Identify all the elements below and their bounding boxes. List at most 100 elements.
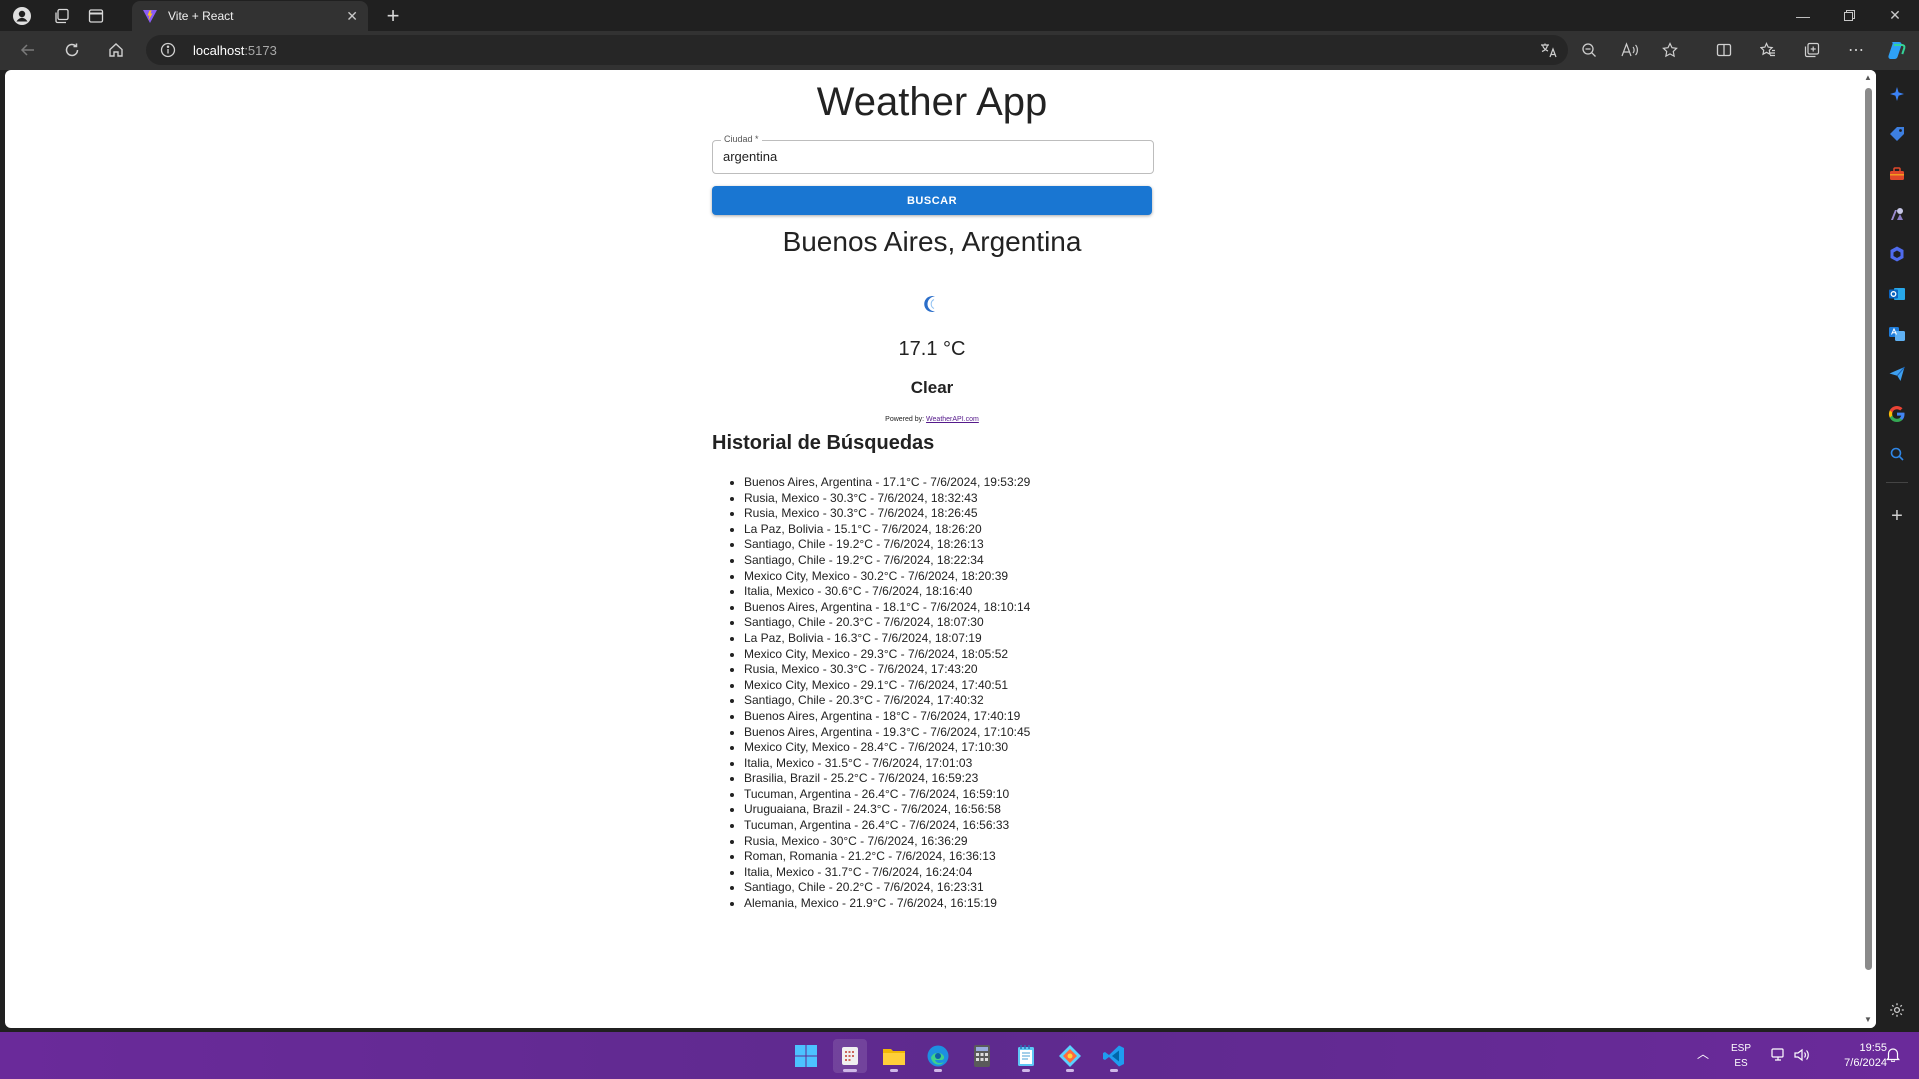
history-item: Italia, Mexico - 31.7°C - 7/6/2024, 16:2…	[744, 865, 1030, 881]
clock-time: 19:55	[1859, 1042, 1887, 1054]
app-title: Weather App	[816, 80, 1048, 124]
crescent-moon-icon	[920, 292, 944, 316]
history-item: Alemania, Mexico - 21.9°C - 7/6/2024, 16…	[744, 896, 1030, 912]
show-hidden-icons-chevron-icon[interactable]: ︿	[1695, 1047, 1711, 1062]
read-aloud-icon[interactable]	[1617, 38, 1643, 62]
city-input[interactable]	[723, 149, 1143, 164]
browser-toolbar: localhost:5173 ⋯	[0, 31, 1919, 70]
history-item: Mexico City, Mexico - 28.4°C - 7/6/2024,…	[744, 740, 1030, 756]
vite-logo-icon	[142, 8, 158, 24]
notification-bell-icon[interactable]	[1884, 1047, 1902, 1067]
search-icon[interactable]	[1885, 442, 1909, 466]
settings-gear-icon[interactable]	[1885, 998, 1909, 1022]
running-indicator	[1110, 1069, 1118, 1072]
split-screen-icon[interactable]	[1709, 35, 1739, 65]
history-item: Tucuman, Argentina - 26.4°C - 7/6/2024, …	[744, 818, 1030, 834]
refresh-button[interactable]	[57, 35, 87, 65]
history-item: Mexico City, Mexico - 29.1°C - 7/6/2024,…	[744, 678, 1030, 694]
history-item: Rusia, Mexico - 30.3°C - 7/6/2024, 17:43…	[744, 662, 1030, 678]
more-options-icon[interactable]: ⋯	[1841, 35, 1871, 65]
search-button[interactable]: BUSCAR	[712, 186, 1152, 215]
volume-icon[interactable]	[1793, 1048, 1811, 1067]
history-item: Mexico City, Mexico - 30.2°C - 7/6/2024,…	[744, 569, 1030, 585]
history-item: Santiago, Chile - 20.3°C - 7/6/2024, 17:…	[744, 693, 1030, 709]
history-item: Rusia, Mexico - 30°C - 7/6/2024, 16:36:2…	[744, 834, 1030, 850]
site-info-icon[interactable]	[160, 42, 176, 58]
favorite-star-icon[interactable]	[1657, 38, 1683, 62]
windows-taskbar: ︿ ESP ES 19:55 7/6/2024	[0, 1032, 1919, 1079]
start-windows-icon[interactable]	[789, 1039, 823, 1073]
sidebar-divider	[1886, 482, 1908, 483]
page-scrollbar[interactable]: ▲ ▼	[1860, 70, 1876, 1028]
outlook-icon[interactable]	[1885, 282, 1909, 306]
calculator-icon[interactable]	[965, 1039, 999, 1073]
history-item: Italia, Mexico - 30.6°C - 7/6/2024, 18:1…	[744, 584, 1030, 600]
minimize-button[interactable]: —	[1780, 0, 1826, 31]
weatherapi-link[interactable]: WeatherAPI.com	[926, 416, 979, 423]
google-icon[interactable]	[1885, 402, 1909, 426]
history-list: Buenos Aires, Argentina - 17.1°C - 7/6/2…	[712, 475, 1030, 912]
file-explorer-icon[interactable]	[877, 1039, 911, 1073]
tab-vite-react[interactable]: Vite + React ✕	[132, 1, 368, 31]
new-tab-button[interactable]: +	[378, 2, 408, 30]
city-field-label: Ciudad *	[721, 134, 762, 144]
history-item: Santiago, Chile - 20.3°C - 7/6/2024, 18:…	[744, 615, 1030, 631]
restore-button[interactable]	[1826, 0, 1872, 31]
zoom-out-icon[interactable]	[1576, 38, 1602, 62]
scroll-up-arrow[interactable]: ▲	[1863, 73, 1873, 83]
profile-icon[interactable]	[0, 0, 44, 31]
send-plane-icon[interactable]	[1885, 362, 1909, 386]
copilot-icon[interactable]	[1881, 35, 1911, 65]
city-field[interactable]: Ciudad *	[712, 134, 1154, 174]
scroll-down-arrow[interactable]: ▼	[1863, 1015, 1873, 1025]
history-item: Buenos Aires, Argentina - 18°C - 7/6/202…	[744, 709, 1030, 725]
lang-top: ESP	[1730, 1043, 1751, 1054]
powered-by-label: Powered by:	[885, 416, 925, 423]
vertical-tabs-icon[interactable]	[74, 0, 118, 31]
collections-icon[interactable]	[1797, 35, 1827, 65]
games-icon[interactable]	[1885, 202, 1909, 226]
clock-date: 7/6/2024	[1844, 1057, 1887, 1069]
translator-icon[interactable]	[1885, 322, 1909, 346]
history-item: Brasilia, Brazil - 25.2°C - 7/6/2024, 16…	[744, 771, 1030, 787]
page-viewport: Weather App Ciudad * BUSCAR Buenos Aires…	[5, 70, 1876, 1028]
history-item: Buenos Aires, Argentina - 17.1°C - 7/6/2…	[744, 475, 1030, 491]
microsoft365-icon[interactable]	[1885, 242, 1909, 266]
git-client-icon[interactable]	[1053, 1039, 1087, 1073]
scroll-thumb[interactable]	[1865, 88, 1872, 970]
copilot-sparkle-icon[interactable]	[1885, 82, 1909, 106]
edge-browser-icon[interactable]	[921, 1039, 955, 1073]
clock[interactable]: 19:55 7/6/2024	[1817, 1041, 1887, 1071]
favorites-icon[interactable]	[1753, 35, 1783, 65]
add-icon[interactable]: +	[1885, 504, 1909, 528]
running-indicator	[1066, 1069, 1074, 1072]
history-item: Buenos Aires, Argentina - 19.3°C - 7/6/2…	[744, 725, 1030, 741]
lang-bottom: ES	[1734, 1058, 1748, 1069]
url-host: localhost	[193, 43, 245, 58]
history-item: Rusia, Mexico - 30.3°C - 7/6/2024, 18:32…	[744, 491, 1030, 507]
home-button[interactable]	[101, 35, 131, 65]
history-item: Buenos Aires, Argentina - 18.1°C - 7/6/2…	[744, 600, 1030, 616]
browser-title-bar: Vite + React ✕ + — ✕	[0, 0, 1919, 31]
url-text[interactable]: localhost:5173	[193, 43, 277, 58]
active-indicator	[843, 1069, 857, 1072]
history-item: Mexico City, Mexico - 29.3°C - 7/6/2024,…	[744, 647, 1030, 663]
running-indicator	[1022, 1069, 1030, 1072]
close-tab-icon[interactable]: ✕	[346, 8, 358, 25]
snipping-tool-icon[interactable]	[833, 1039, 867, 1073]
result-temperature: 17.1 °C	[898, 338, 966, 360]
language-indicator[interactable]: ESP ES	[1727, 1041, 1755, 1071]
notepad-icon[interactable]	[1009, 1039, 1043, 1073]
shopping-tag-icon[interactable]	[1885, 122, 1909, 146]
vscode-icon[interactable]	[1097, 1039, 1131, 1073]
back-button[interactable]	[13, 35, 43, 65]
result-location: Buenos Aires, Argentina	[782, 226, 1082, 257]
translate-icon[interactable]	[1536, 38, 1562, 62]
network-icon[interactable]	[1770, 1048, 1788, 1067]
history-item: Santiago, Chile - 20.2°C - 7/6/2024, 16:…	[744, 880, 1030, 896]
edge-sidebar: +	[1876, 70, 1919, 1032]
tools-icon[interactable]	[1885, 162, 1909, 186]
address-bar[interactable]: localhost:5173	[146, 35, 1678, 65]
close-window-button[interactable]: ✕	[1872, 0, 1918, 31]
running-indicator	[890, 1069, 898, 1072]
